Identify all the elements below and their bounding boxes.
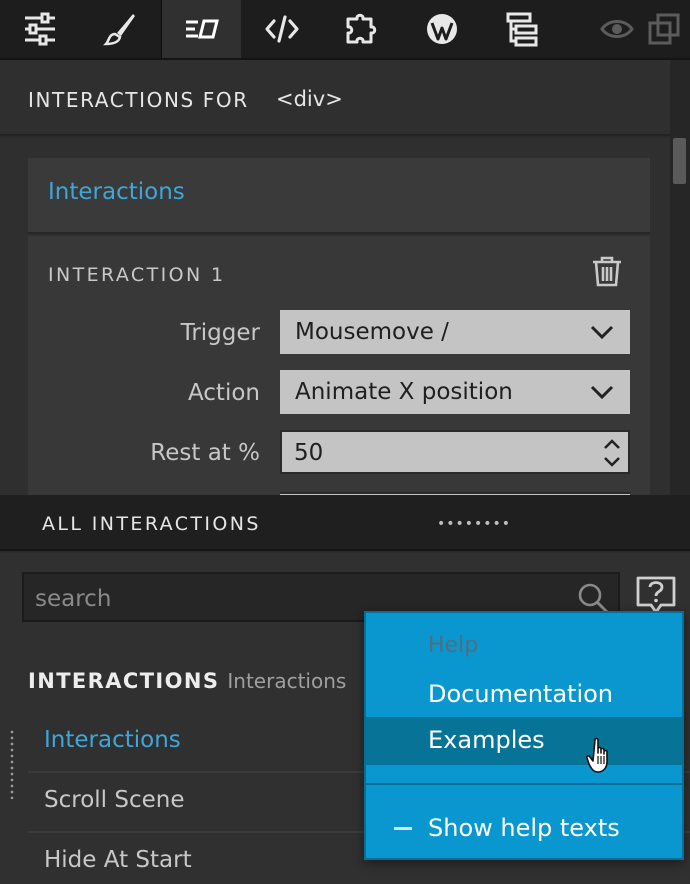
interactions-icon <box>185 19 219 39</box>
hand-cursor-icon <box>586 737 608 773</box>
trigger-value: Mousemove / <box>295 319 449 345</box>
all-interactions-label: ALL INTERACTIONS <box>42 513 261 535</box>
tab-styles[interactable] <box>80 0 160 58</box>
interaction-editor: Interactions INTERACTION 1 Trigger Mouse… <box>0 138 670 495</box>
panel-title: INTERACTIONS FOR <box>28 88 249 112</box>
delete-interaction-button[interactable] <box>590 254 624 292</box>
selected-element-tag: <div> <box>276 87 343 111</box>
sliders-icon <box>25 12 55 46</box>
tab-code[interactable] <box>242 0 322 58</box>
resize-grip[interactable]: •••••••• <box>437 517 511 531</box>
action-value: Animate X position <box>295 379 513 405</box>
wordpress-icon <box>427 14 457 44</box>
rest-at-input[interactable]: 50 <box>280 430 630 474</box>
tab-tree[interactable] <box>482 0 562 58</box>
help-icon <box>636 576 676 614</box>
trigger-label: Trigger <box>180 320 260 346</box>
panel-header: INTERACTIONS FOR <div> <box>0 60 670 136</box>
chevron-down-icon <box>590 385 614 400</box>
tab-wordpress[interactable] <box>402 0 482 58</box>
duplicate-button[interactable] <box>644 0 684 58</box>
help-menu: Help Documentation Examples Show help te… <box>364 611 684 860</box>
stepper-icon[interactable] <box>602 435 622 471</box>
panel-scrollbar[interactable] <box>670 60 690 495</box>
menu-divider <box>366 783 682 785</box>
tab-properties[interactable] <box>0 0 80 58</box>
trash-icon <box>593 256 621 287</box>
duplicate-icon <box>648 13 680 45</box>
interactions-card-header[interactable]: Interactions <box>28 158 650 234</box>
section-title-main: INTERACTIONS <box>28 669 220 693</box>
brush-icon <box>103 14 135 46</box>
list-item-label: Scroll Scene <box>44 787 185 813</box>
drag-handle[interactable] <box>10 729 14 799</box>
visibility-toggle[interactable] <box>598 0 636 58</box>
help-menu-header: Help <box>428 633 479 658</box>
action-label: Action <box>187 380 260 406</box>
menu-item-show-help-texts[interactable]: Show help texts <box>428 814 620 842</box>
section-title: INTERACTIONS Interactions <box>28 669 346 693</box>
interaction-title: INTERACTION 1 <box>48 264 226 286</box>
action-select[interactable]: Animate X position <box>280 370 630 414</box>
interactions-card-title: Interactions <box>48 179 185 205</box>
rest-at-label: Rest at % <box>150 440 260 466</box>
menu-item-documentation[interactable]: Documentation <box>428 680 613 708</box>
interaction-card: INTERACTION 1 Trigger Mousemove / Action… <box>28 236 650 495</box>
list-item-label: Interactions <box>44 727 181 753</box>
search-placeholder: search <box>35 586 112 612</box>
toolbar <box>0 0 690 60</box>
list-item-label: Hide At Start <box>44 847 192 873</box>
tab-interactions[interactable] <box>161 0 241 58</box>
menu-item-examples-label: Examples <box>428 726 545 754</box>
tree-icon <box>506 12 538 47</box>
menu-item-examples[interactable]: Examples <box>366 717 682 765</box>
tab-components[interactable] <box>322 0 402 58</box>
scrollbar-thumb[interactable] <box>673 138 686 184</box>
puzzle-icon <box>346 13 377 44</box>
code-icon <box>265 15 299 43</box>
eye-icon <box>600 20 634 38</box>
trigger-select[interactable]: Mousemove / <box>280 310 630 354</box>
chevron-down-icon <box>590 325 614 340</box>
section-title-sub: Interactions <box>227 669 347 693</box>
all-interactions-bar[interactable]: ALL INTERACTIONS •••••••• <box>0 495 690 551</box>
rest-at-value: 50 <box>294 440 324 466</box>
minus-icon <box>394 827 412 830</box>
